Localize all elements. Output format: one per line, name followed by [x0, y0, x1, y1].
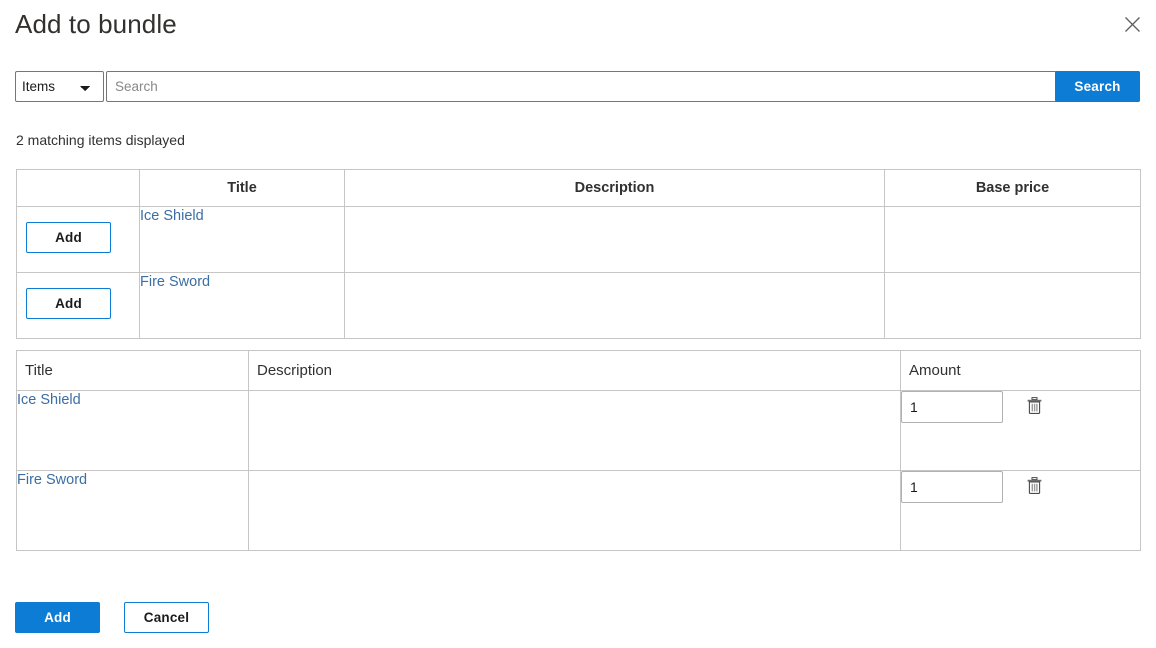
add-item-button[interactable]: Add [26, 288, 111, 319]
results-col-base-price: Base price [884, 169, 1141, 207]
table-row: Ice Shield [16, 390, 1141, 471]
selected-cell-description [248, 390, 901, 471]
cancel-button[interactable]: Cancel [124, 602, 209, 633]
dialog-actions: Add Cancel [15, 602, 209, 633]
amount-controls [901, 471, 1140, 503]
close-button[interactable] [1116, 8, 1148, 40]
results-cell-title: Ice Shield [139, 206, 345, 273]
results-cell-base-price [884, 206, 1141, 273]
table-row: Add Ice Shield [16, 206, 1141, 273]
selected-cell-title: Ice Shield [16, 390, 249, 471]
selected-col-amount: Amount [900, 350, 1141, 391]
item-title-link[interactable]: Ice Shield [17, 392, 81, 408]
table-header-row: Title Description Base price [16, 169, 1141, 207]
search-scope-select[interactable]: Items [15, 71, 104, 102]
selected-items-table: Title Description Amount Ice Shield 1 Fi… [16, 350, 1141, 551]
selected-cell-description [248, 470, 901, 551]
item-title-link[interactable]: Fire Sword [17, 472, 87, 488]
selected-col-description: Description [248, 350, 901, 391]
page-title: Add to bundle [15, 9, 177, 39]
search-results-table: Title Description Base price Add Ice Shi… [16, 169, 1141, 339]
results-cell-title: Fire Sword [139, 272, 345, 339]
trash-icon [1027, 477, 1042, 497]
amount-input[interactable] [901, 471, 1003, 503]
search-bar: Items [15, 71, 1140, 102]
results-col-description: Description [344, 169, 885, 207]
results-col-action [16, 169, 140, 207]
results-cell-description [344, 206, 885, 273]
item-title-link[interactable]: Fire Sword [140, 274, 210, 290]
results-cell-description [344, 272, 885, 339]
item-title-link[interactable]: Ice Shield [140, 208, 204, 224]
amount-controls [901, 391, 1140, 423]
selected-cell-amount [900, 390, 1141, 471]
search-button[interactable]: Search [1055, 71, 1140, 102]
selected-col-title: Title [16, 350, 249, 391]
trash-icon [1027, 397, 1042, 417]
selected-cell-title: Fire Sword [16, 470, 249, 551]
add-item-button[interactable]: Add [26, 222, 111, 253]
table-row: Add Fire Sword [16, 272, 1141, 339]
close-icon [1124, 16, 1141, 33]
results-cell-base-price [884, 272, 1141, 339]
amount-input[interactable] [901, 391, 1003, 423]
selected-cell-amount [900, 470, 1141, 551]
results-cell-action: Add [16, 272, 140, 339]
table-header-row: Title Description Amount [16, 350, 1141, 391]
delete-row-button[interactable] [1023, 475, 1045, 499]
results-count-text: 2 matching items displayed [16, 132, 185, 148]
search-input[interactable] [106, 71, 1140, 102]
results-col-title: Title [139, 169, 345, 207]
results-cell-action: Add [16, 206, 140, 273]
table-row: Fire Sword [16, 470, 1141, 551]
add-to-bundle-dialog: Add to bundle Items Search 2 matching it… [0, 0, 1156, 648]
delete-row-button[interactable] [1023, 395, 1045, 419]
submit-add-button[interactable]: Add [15, 602, 100, 633]
